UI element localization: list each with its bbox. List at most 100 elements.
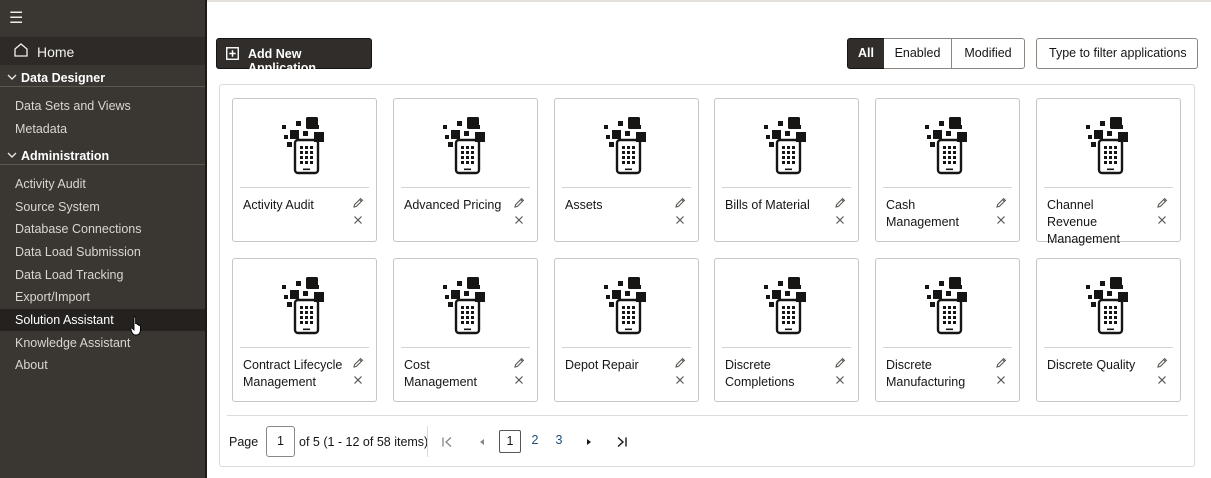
application-title-line: Manufacturing <box>886 375 966 389</box>
page-3-button[interactable]: 3 <box>552 430 566 453</box>
delete-x-icon[interactable] <box>996 375 1006 385</box>
delete-x-icon[interactable] <box>1157 375 1167 385</box>
delete-x-icon[interactable] <box>514 215 524 225</box>
sidebar-item-label: Home <box>37 44 75 60</box>
delete-x-icon[interactable] <box>675 215 685 225</box>
edit-pencil-icon[interactable] <box>513 197 525 209</box>
application-icon <box>282 117 324 175</box>
filter-all-button[interactable]: All <box>847 38 885 69</box>
delete-x-icon[interactable] <box>675 375 685 385</box>
edit-pencil-icon[interactable] <box>834 357 846 369</box>
edit-pencil-icon[interactable] <box>674 357 686 369</box>
sidebar-item-data-load-submission[interactable]: Data Load Submission <box>15 245 141 259</box>
application-title-line: Cash <box>886 198 916 212</box>
group-header-data-designer[interactable]: Data Designer <box>0 71 205 87</box>
add-new-application-button[interactable]: Add New Application <box>216 38 372 75</box>
delete-x-icon[interactable] <box>996 215 1006 225</box>
edit-pencil-icon[interactable] <box>513 357 525 369</box>
sidebar-item-home[interactable]: Home <box>0 37 205 65</box>
application-icon <box>1086 117 1128 175</box>
delete-x-icon[interactable] <box>353 215 363 225</box>
previous-page-icon[interactable] <box>476 436 488 448</box>
delete-x-icon[interactable] <box>1157 215 1167 225</box>
application-title: Contract Lifecycle Management <box>243 357 343 391</box>
first-page-icon[interactable] <box>441 436 453 448</box>
edit-pencil-icon[interactable] <box>674 197 686 209</box>
sidebar-item-source-system[interactable]: Source System <box>15 200 100 214</box>
page-label: Page <box>229 435 259 449</box>
application-card[interactable]: Cash Management <box>875 98 1020 242</box>
application-icon <box>764 277 806 335</box>
application-title-line: Discrete <box>886 358 932 372</box>
sidebar-item-activity-audit[interactable]: Activity Audit <box>15 177 86 191</box>
card-divider <box>722 187 851 188</box>
card-divider <box>883 187 1012 188</box>
edit-pencil-icon[interactable] <box>352 357 364 369</box>
sidebar: ☰ Home Data Designer Data Sets and Views… <box>0 0 207 478</box>
card-divider <box>722 347 851 348</box>
application-card[interactable]: Discrete Manufacturing <box>875 258 1020 402</box>
application-icon <box>764 117 806 175</box>
application-card[interactable]: Activity Audit <box>232 98 377 242</box>
application-icon <box>282 277 324 335</box>
filter-enabled-button[interactable]: Enabled <box>884 38 952 69</box>
application-card[interactable]: Discrete Completions <box>714 258 859 402</box>
application-title-line: Channel Revenue <box>1047 198 1098 229</box>
filter-applications-input[interactable]: Type to filter applications <box>1036 38 1198 69</box>
application-title-line: Management <box>1047 232 1120 246</box>
edit-pencil-icon[interactable] <box>1156 197 1168 209</box>
sidebar-item-solution-assistant[interactable]: Solution Assistant <box>15 313 114 327</box>
page-2-button[interactable]: 2 <box>528 430 542 453</box>
edit-pencil-icon[interactable] <box>995 357 1007 369</box>
card-divider <box>240 347 369 348</box>
application-title-line: Contract Lifecycle <box>243 358 343 372</box>
sidebar-item-data-sets-and-views[interactable]: Data Sets and Views <box>15 99 131 113</box>
delete-x-icon[interactable] <box>835 375 845 385</box>
application-icon <box>604 117 646 175</box>
application-title-line: Discrete <box>725 358 771 372</box>
application-title: Discrete Manufacturing <box>886 357 986 391</box>
page-1-button[interactable]: 1 <box>499 430 521 453</box>
application-title-line: Discrete Quality <box>1047 358 1136 372</box>
card-divider <box>562 187 691 188</box>
page-number-input[interactable]: 1 <box>266 426 295 457</box>
sidebar-item-knowledge-assistant[interactable]: Knowledge Assistant <box>15 336 130 350</box>
application-title-line: Cost Management <box>404 358 477 389</box>
last-page-icon[interactable] <box>616 436 628 448</box>
delete-x-icon[interactable] <box>353 375 363 385</box>
application-icon <box>604 277 646 335</box>
sidebar-item-export-import[interactable]: Export/Import <box>15 290 90 304</box>
application-card[interactable]: Bills of Material <box>714 98 859 242</box>
group-header-administration[interactable]: Administration <box>0 149 205 165</box>
application-card[interactable]: Advanced Pricing <box>393 98 538 242</box>
application-title-line: Activity Audit <box>243 198 314 212</box>
sidebar-item-metadata[interactable]: Metadata <box>15 122 67 136</box>
application-title: Bills of Material <box>725 197 825 214</box>
pager-separator <box>427 426 428 457</box>
hamburger-menu-icon[interactable]: ☰ <box>9 11 25 27</box>
delete-x-icon[interactable] <box>835 215 845 225</box>
application-card[interactable]: Depot Repair <box>554 258 699 402</box>
application-title-line: Advanced Pricing <box>404 198 502 212</box>
application-card[interactable]: Cost Management <box>393 258 538 402</box>
application-title: Assets <box>565 197 665 214</box>
add-new-application-label: Add New Application <box>248 47 317 75</box>
sidebar-item-database-connections[interactable]: Database Connections <box>15 222 141 236</box>
application-card[interactable]: Contract Lifecycle Management <box>232 258 377 402</box>
filter-modified-button[interactable]: Modified <box>951 38 1025 69</box>
sidebar-item-data-load-tracking[interactable]: Data Load Tracking <box>15 268 123 282</box>
application-card[interactable]: Assets <box>554 98 699 242</box>
sidebar-item-about[interactable]: About <box>15 358 48 372</box>
delete-x-icon[interactable] <box>514 375 524 385</box>
application-card[interactable]: Discrete Quality <box>1036 258 1181 402</box>
edit-pencil-icon[interactable] <box>995 197 1007 209</box>
edit-pencil-icon[interactable] <box>834 197 846 209</box>
edit-pencil-icon[interactable] <box>352 197 364 209</box>
card-divider <box>240 187 369 188</box>
application-icon <box>925 277 967 335</box>
application-card[interactable]: Channel Revenue Management <box>1036 98 1181 246</box>
chevron-down-icon <box>7 152 17 158</box>
chevron-down-icon <box>7 74 17 80</box>
edit-pencil-icon[interactable] <box>1156 357 1168 369</box>
next-page-icon[interactable] <box>583 436 595 448</box>
